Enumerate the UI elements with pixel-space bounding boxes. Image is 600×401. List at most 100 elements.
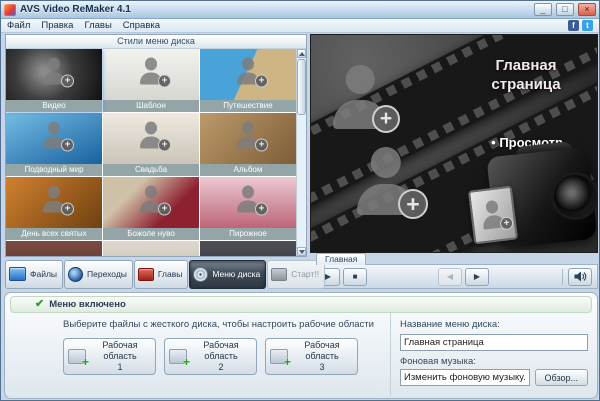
style-item-label: День всех святых xyxy=(6,228,102,240)
work-area-button-2[interactable]: Рабочая область 2 xyxy=(164,338,257,375)
toolbar-button-label: Переходы xyxy=(87,269,127,279)
person-placeholder-icon xyxy=(41,186,74,216)
scroll-down-button[interactable] xyxy=(297,247,306,256)
app-window: AVS Video ReMaker 4.1 _ □ × Файл Правка … xyxy=(0,0,600,401)
menu-name-input[interactable] xyxy=(400,334,588,351)
style-item-underwater[interactable]: Подводный мир xyxy=(6,113,102,176)
menu-status-label: Меню включено xyxy=(49,299,126,310)
style-item-label: Путешествие xyxy=(200,100,296,112)
work-area-number: 3 xyxy=(319,361,325,372)
add-icon xyxy=(372,105,400,133)
person-placeholder-icon xyxy=(138,186,171,216)
add-icon xyxy=(255,74,268,88)
person-placeholder-icon xyxy=(235,186,268,216)
style-item-travel[interactable]: Путешествие xyxy=(200,49,296,112)
files-icon xyxy=(9,267,26,281)
style-item-halloween[interactable]: День всех святых xyxy=(6,177,102,240)
browse-button[interactable]: Обзор... xyxy=(534,369,588,386)
style-thumbnail xyxy=(200,49,296,100)
person-placeholder-icon xyxy=(138,122,171,152)
style-thumbnail xyxy=(6,113,102,164)
work-area-label: Рабочая область 3 xyxy=(291,340,353,372)
facebook-icon[interactable]: f xyxy=(568,20,579,31)
toolbar-button-label: Файлы xyxy=(30,269,58,279)
bottom-panel: ✔ Меню включено Выберите файлы с жестког… xyxy=(4,292,598,399)
menu-item-chapters[interactable]: Главы xyxy=(84,20,111,31)
style-item-partial[interactable] xyxy=(200,241,296,256)
style-item-cake[interactable]: Пирожное xyxy=(200,177,296,240)
style-thumbnail xyxy=(103,177,199,228)
close-button[interactable]: × xyxy=(578,3,596,16)
menu-enabled-toggle[interactable]: ✔ Меню включено xyxy=(10,296,592,313)
scroll-thumb[interactable] xyxy=(297,59,306,115)
preview-canvas: Главная страница • Просмотр xyxy=(310,34,598,253)
scroll-up-button[interactable] xyxy=(297,49,306,58)
style-item-beaujolais[interactable]: Божоле нуво xyxy=(103,177,199,240)
style-item-label: Шаблон xyxy=(103,100,199,112)
add-icon xyxy=(255,202,268,216)
add-icon xyxy=(158,74,171,88)
style-item-partial[interactable] xyxy=(6,241,102,256)
menu-item-file[interactable]: Файл xyxy=(7,20,30,31)
toolbar-button-transitions[interactable]: Переходы xyxy=(64,259,133,289)
style-item-video[interactable]: Видео xyxy=(6,49,102,112)
style-item-label: Подводный мир xyxy=(6,164,102,176)
work-area-label: Рабочая область 2 xyxy=(190,340,252,372)
work-area-button-3[interactable]: Рабочая область 3 xyxy=(265,338,358,375)
style-item-label: Видео xyxy=(6,100,102,112)
menu-settings-section: Название меню диска: Фоновая музыка: Обз… xyxy=(390,313,597,396)
style-thumbnail xyxy=(6,49,102,100)
style-thumbnail xyxy=(103,241,199,256)
app-icon xyxy=(4,3,16,16)
add-icon xyxy=(398,189,428,219)
maximize-button[interactable]: □ xyxy=(556,3,574,16)
style-item-wedding[interactable]: Свадьба xyxy=(103,113,199,176)
preview-tab-main[interactable]: Главная xyxy=(316,253,367,265)
add-files-icon xyxy=(169,349,190,369)
styles-scrollbar[interactable] xyxy=(296,49,306,256)
prev-page-button[interactable]: ◀ xyxy=(438,267,462,286)
add-icon xyxy=(61,74,74,88)
transitions-icon xyxy=(68,266,84,282)
style-thumbnail xyxy=(103,49,199,100)
work-area-number: 1 xyxy=(117,361,123,372)
toolbar-button-files[interactable]: Файлы xyxy=(5,259,64,289)
stop-button[interactable]: ■ xyxy=(343,267,367,286)
person-placeholder-icon[interactable] xyxy=(329,65,400,133)
camcorder-lens xyxy=(551,172,597,220)
work-area-label-text: Рабочая область xyxy=(304,340,340,362)
check-icon: ✔ xyxy=(35,298,45,310)
start-icon xyxy=(271,267,288,281)
style-item-template[interactable]: Шаблон xyxy=(103,49,199,112)
add-icon xyxy=(158,138,171,152)
add-icon xyxy=(61,138,74,152)
styles-grid: Видео Шаблон Путешествие Подводный мир xyxy=(6,49,296,256)
style-item-partial[interactable] xyxy=(103,241,199,256)
work-area-button-1[interactable]: Рабочая область 1 xyxy=(63,338,156,375)
menu-name-label: Название меню диска: xyxy=(400,319,500,330)
transport-bar: ▶ ■ ◀ ▶ xyxy=(310,264,598,289)
twitter-icon[interactable]: t xyxy=(582,20,593,31)
style-thumbnail xyxy=(200,241,296,256)
toolbar-button-label: Меню диска xyxy=(212,269,261,279)
next-page-button[interactable]: ▶ xyxy=(465,267,489,286)
minimize-button[interactable]: _ xyxy=(534,3,552,16)
toolbar-button-disc-menu[interactable]: Меню диска xyxy=(189,259,267,289)
person-placeholder-icon xyxy=(138,58,171,88)
add-icon xyxy=(255,138,268,152)
work-area-label-text: Рабочая область xyxy=(102,340,138,362)
menubar: Файл Правка Главы Справка f t xyxy=(1,19,599,33)
style-item-label: Свадьба xyxy=(103,164,199,176)
menu-item-help[interactable]: Справка xyxy=(123,20,160,31)
volume-button[interactable] xyxy=(568,267,592,286)
person-placeholder-icon xyxy=(41,58,74,88)
work-area-label: Рабочая область 1 xyxy=(89,340,151,372)
music-input[interactable] xyxy=(400,369,530,386)
add-files-icon xyxy=(68,349,89,369)
menu-item-edit[interactable]: Правка xyxy=(41,20,73,31)
work-area-label-text: Рабочая область xyxy=(203,340,239,362)
toolbar-button-chapters[interactable]: Главы xyxy=(133,259,189,289)
person-placeholder-icon[interactable] xyxy=(353,147,428,219)
style-thumbnail xyxy=(200,113,296,164)
style-item-album[interactable]: Альбом xyxy=(200,113,296,176)
